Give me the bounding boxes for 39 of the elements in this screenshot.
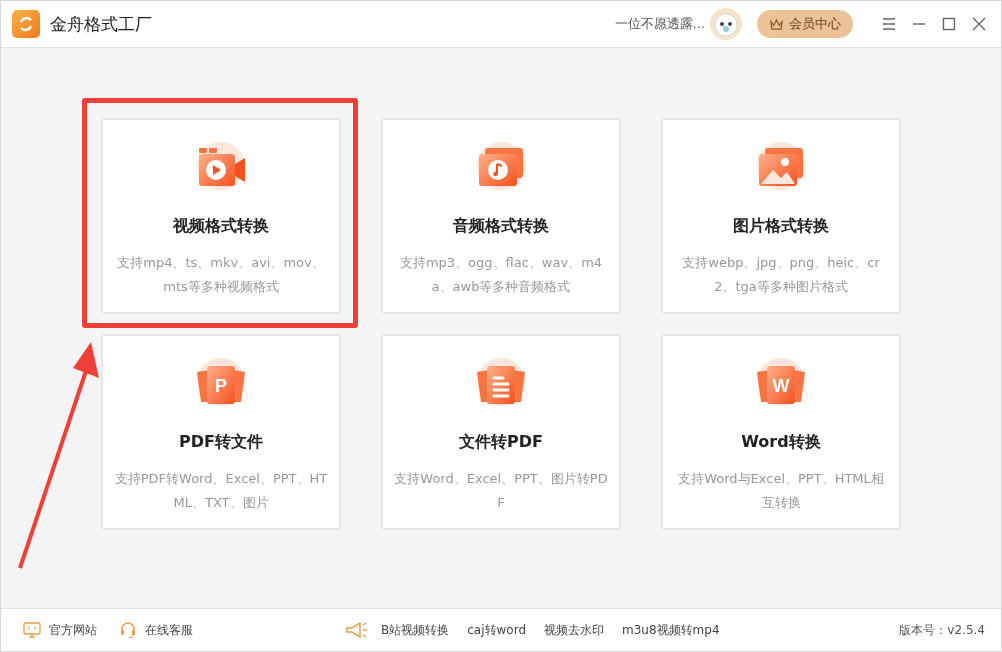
tool-link[interactable]: caj转word <box>467 621 526 639</box>
headset-icon <box>119 621 137 639</box>
card-description: 支持Word、Excel、PPT、图片转PDF <box>394 470 608 512</box>
monitor-icon <box>23 622 41 638</box>
conversion-card[interactable]: 文件转PDF 支持Word、Excel、PPT、图片转PDF <box>381 334 621 530</box>
card-title: 音频格式转换 <box>453 216 549 237</box>
card-title: 文件转PDF <box>459 432 543 453</box>
support-link[interactable]: 在线客服 <box>119 621 193 639</box>
conversion-card[interactable]: 图片格式转换 支持webp、jpg、png、heic、cr2、tga等多种图片格式 <box>661 118 901 314</box>
conversion-card[interactable]: 音频格式转换 支持mp3、ogg、flac、wav、m4a、awb等多种音频格式 <box>381 118 621 314</box>
maximize-icon[interactable] <box>941 16 957 32</box>
close-icon[interactable] <box>971 16 987 32</box>
version-label: 版本号：v2.5.4 <box>899 621 985 639</box>
card-title: PDF转文件 <box>179 432 263 453</box>
card-title: 图片格式转换 <box>733 216 829 237</box>
conversion-card[interactable]: 视频格式转换 支持mp4、ts、mkv、avi、mov、mts等多种视频格式 <box>101 118 341 314</box>
tool-link[interactable]: 视频去水印 <box>544 621 604 639</box>
card-description: 支持mp3、ogg、flac、wav、m4a、awb等多种音频格式 <box>398 254 604 296</box>
card-description: 支持PDF转Word、Excel、PPT、HTML、TXT、图片 <box>114 470 328 512</box>
user-name[interactable]: 一位不愿透露... <box>614 15 705 33</box>
vip-center-button[interactable]: 会员中心 <box>757 10 853 38</box>
card-description: 支持mp4、ts、mkv、avi、mov、mts等多种视频格式 <box>116 254 326 296</box>
avatar-icon[interactable] <box>709 7 743 41</box>
card-title: 视频格式转换 <box>173 216 269 237</box>
card-title: Word转换 <box>741 432 821 453</box>
link-text: 官方网站 <box>49 621 97 639</box>
card-description: 支持Word与Excel、PPT、HTML相互转换 <box>677 470 885 512</box>
app-logo-icon <box>12 10 40 38</box>
megaphone-icon <box>345 621 369 639</box>
menu-icon[interactable] <box>881 16 897 32</box>
conversion-card[interactable]: P PDF转文件 支持PDF转Word、Excel、PPT、HTML、TXT、图片 <box>101 334 341 530</box>
crown-icon <box>769 17 784 31</box>
card-description: 支持webp、jpg、png、heic、cr2、tga等多种图片格式 <box>681 254 881 296</box>
tool-link[interactable]: m3u8视频转mp4 <box>622 621 720 639</box>
website-link[interactable]: 官方网站 <box>23 621 97 639</box>
app-title: 金舟格式工厂 <box>50 12 152 36</box>
tool-link[interactable]: B站视频转换 <box>381 621 450 639</box>
link-text: 在线客服 <box>145 621 193 639</box>
conversion-card[interactable]: W Word转换 支持Word与Excel、PPT、HTML相互转换 <box>661 334 901 530</box>
